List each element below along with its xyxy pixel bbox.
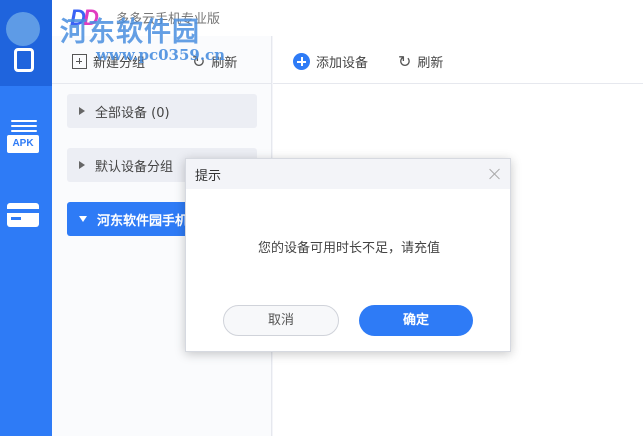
dialog-message: 您的设备可用时长不足，请充值: [257, 241, 440, 256]
confirm-button[interactable]: 确定: [359, 305, 473, 336]
dialog-header: 提示: [186, 159, 510, 189]
apk-icon[interactable]: APK: [7, 120, 39, 154]
group-item-label: 河东软件园手机: [97, 213, 189, 229]
left-rail: APK: [0, 0, 52, 436]
device-toolbar: 添加设备 ↻ 刷新: [273, 36, 643, 84]
watermark-url: www.pc0359.cn: [96, 46, 226, 64]
close-icon[interactable]: [488, 167, 502, 181]
new-group-icon: [72, 54, 87, 69]
refresh-icon: ↻: [398, 51, 412, 71]
group-item-label: 全部设备 (0): [95, 105, 170, 121]
card-icon[interactable]: [7, 203, 39, 227]
apk-tag-label: APK: [7, 135, 39, 153]
group-item-label: 默认设备分组: [95, 159, 174, 175]
collapse-arrow-icon: [79, 216, 87, 222]
phone-icon[interactable]: [14, 48, 34, 72]
apk-lines: [11, 120, 37, 132]
group-item-all[interactable]: 全部设备 (0): [67, 94, 257, 128]
expand-arrow-icon: [79, 107, 85, 115]
device-refresh-label: 刷新: [417, 56, 444, 71]
add-device-label: 添加设备: [316, 56, 369, 71]
alert-dialog: 提示 您的设备可用时长不足，请充值 取消 确定: [185, 158, 511, 352]
expand-arrow-icon: [79, 161, 85, 169]
dialog-title: 提示: [195, 168, 222, 184]
cancel-button[interactable]: 取消: [223, 305, 339, 336]
watermark-seal: [6, 12, 40, 46]
device-refresh-button[interactable]: ↻ 刷新: [398, 52, 443, 71]
watermark-text: 河东软件园: [60, 17, 200, 48]
add-device-button[interactable]: 添加设备: [293, 52, 368, 71]
add-circle-icon: [293, 53, 310, 70]
